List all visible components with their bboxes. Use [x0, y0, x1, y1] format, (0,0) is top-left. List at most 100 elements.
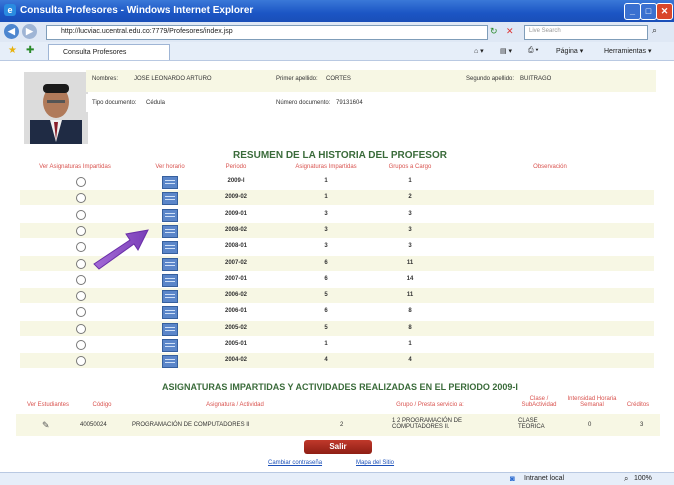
- history-row: 2006-01 6 8: [20, 304, 654, 320]
- header-intensidad: Intensidad Horaria Semanal: [567, 396, 617, 408]
- asignaturas-cell: 4: [324, 357, 328, 364]
- history-row: 2006-02 5 11: [20, 288, 654, 304]
- profile-row-2: Tipo documento: Cédula Número documento:…: [86, 94, 656, 112]
- calendar-icon[interactable]: [162, 322, 178, 336]
- search-input[interactable]: Live Search: [524, 25, 648, 40]
- calendar-icon[interactable]: [162, 257, 178, 271]
- header-grupos-a-cargo: Grupos a Cargo: [388, 164, 432, 170]
- subject-row: ✎ 40050024 PROGRAMACIÓN DE COMPUTADORES …: [16, 414, 660, 436]
- profile-row-1: Nombres: JOSE LEONARDO ARTURO Primer ape…: [86, 70, 656, 92]
- ver-asignaturas-radio[interactable]: [76, 356, 86, 367]
- calendar-icon[interactable]: [162, 306, 178, 320]
- history-row: 2009-01 3 3: [20, 207, 654, 222]
- header-grupo: Grupo / Presta servicio a:: [396, 402, 464, 408]
- segundo-apellido-value: BUITRAGO: [520, 76, 552, 82]
- grupos-cell: 14: [406, 275, 414, 282]
- grupos-cell: 3: [408, 243, 412, 250]
- calendar-icon[interactable]: [162, 273, 178, 287]
- header-clase: Clase / SubActividad: [521, 396, 557, 408]
- asignaturas-cell: 3: [324, 243, 328, 250]
- periodo-cell: 2005-01: [224, 341, 248, 347]
- nombres-value: JOSE LEONARDO ARTURO: [134, 76, 212, 82]
- stop-icon[interactable]: ✕: [506, 26, 514, 37]
- cambiar-contrasena-link[interactable]: Cambiar contraseña: [268, 460, 322, 466]
- ver-asignaturas-radio[interactable]: [76, 291, 86, 302]
- asignaturas-cell: 3: [324, 210, 328, 217]
- periodo-cell: 2008-01: [224, 243, 248, 250]
- add-favorites-icon[interactable]: ✚: [26, 45, 34, 56]
- status-bar: ◙ Intranet local ⌕ 100%: [0, 472, 674, 485]
- back-button[interactable]: ◀: [4, 24, 19, 39]
- periodo-cell: 2009-I: [227, 178, 245, 184]
- asignaturas-cell: 1: [324, 341, 328, 347]
- ver-asignaturas-radio[interactable]: [76, 307, 86, 318]
- home-icon[interactable]: ⌂ ▾: [474, 47, 484, 55]
- forward-button[interactable]: ▶: [22, 24, 37, 39]
- status-zoom[interactable]: 100%: [634, 475, 652, 482]
- favorites-star-icon[interactable]: ★: [8, 45, 17, 56]
- salir-button[interactable]: Salir: [304, 440, 372, 454]
- calendar-icon[interactable]: [162, 241, 178, 255]
- asignaturas-cell: 3: [324, 226, 328, 233]
- grupos-cell: 11: [406, 259, 414, 266]
- grupos-cell: 3: [408, 226, 412, 233]
- calendar-icon[interactable]: [162, 355, 178, 369]
- ver-asignaturas-radio[interactable]: [76, 274, 86, 285]
- mapa-del-sitio-link[interactable]: Mapa del Sitio: [356, 460, 394, 466]
- ver-asignaturas-radio[interactable]: [76, 177, 86, 187]
- history-row: 2005-01 1 1: [20, 337, 654, 352]
- url-text: http://lucviac.ucentral.edu.co:7779/Prof…: [61, 28, 233, 35]
- periodo-cell: 2004-02: [224, 357, 248, 364]
- segundo-apellido-label: Segundo apellido:: [466, 76, 515, 82]
- header-asignatura: Asignatura / Actividad: [206, 402, 264, 408]
- header-ver-asignaturas: Ver Asignaturas Impartidas: [39, 164, 111, 170]
- calendar-icon[interactable]: [162, 339, 178, 352]
- asignaturas-cell: 1: [324, 194, 328, 201]
- ver-asignaturas-radio[interactable]: [76, 242, 86, 253]
- grupos-cell: 8: [408, 308, 412, 315]
- tab-consulta-profesores[interactable]: Consulta Profesores: [48, 44, 170, 60]
- periodo-cell: 2007-01: [224, 275, 248, 282]
- refresh-icon[interactable]: ↻: [490, 26, 498, 37]
- ver-asignaturas-radio[interactable]: [76, 209, 86, 220]
- subject-clase: CLASE TEORICA: [518, 418, 545, 430]
- ie-icon: e: [4, 4, 16, 16]
- page-menu[interactable]: Página ▾: [556, 47, 583, 55]
- calendar-icon[interactable]: [162, 290, 178, 304]
- subject-grupo: 1 2 PROGRAMACIÓN DE COMPUTADORES II.: [392, 418, 463, 430]
- calendar-icon[interactable]: [162, 176, 178, 189]
- history-title: RESUMEN DE LA HISTORIA DEL PROFESOR: [233, 150, 447, 161]
- grupos-cell: 11: [406, 292, 414, 299]
- asignaturas-cell: 6: [324, 308, 328, 315]
- subject-intensidad: 0: [588, 422, 592, 428]
- arrow-annotation-icon: [93, 229, 149, 270]
- calendar-icon[interactable]: [162, 192, 178, 206]
- zoom-icon[interactable]: ⌕: [624, 474, 628, 484]
- calendar-icon[interactable]: [162, 208, 178, 222]
- search-placeholder: Live Search: [529, 28, 561, 34]
- url-input[interactable]: http://lucviac.ucentral.edu.co:7779/Prof…: [46, 25, 488, 40]
- print-icon[interactable]: ⎙ ▾: [528, 47, 539, 55]
- feeds-icon[interactable]: ▤ ▾: [500, 47, 512, 55]
- ver-estudiantes-pencil-icon[interactable]: ✎: [42, 420, 50, 431]
- numero-documento-value: 79131604: [336, 100, 363, 106]
- search-icon[interactable]: ⌕: [652, 25, 657, 36]
- maximize-button[interactable]: □: [640, 3, 657, 20]
- calendar-icon[interactable]: [162, 224, 178, 238]
- minimize-button[interactable]: _: [624, 3, 641, 20]
- ver-asignaturas-radio[interactable]: [76, 258, 86, 269]
- ver-asignaturas-radio[interactable]: [76, 193, 86, 204]
- title-bar: e Consulta Profesores - Windows Internet…: [0, 0, 674, 22]
- periodo-cell: 2009-02: [224, 194, 248, 201]
- asignaturas-cell: 5: [324, 324, 328, 331]
- ver-asignaturas-radio[interactable]: [76, 225, 86, 236]
- ver-asignaturas-radio[interactable]: [76, 323, 86, 334]
- subjects-title: ASIGNATURAS IMPARTIDAS Y ACTIVIDADES REA…: [162, 382, 518, 392]
- periodo-cell: 2007-02: [224, 259, 248, 266]
- subject-asignatura: PROGRAMACIÓN DE COMPUTADORES II: [132, 422, 250, 428]
- ver-asignaturas-radio[interactable]: [76, 340, 86, 350]
- tab-label: Consulta Profesores: [63, 49, 127, 56]
- tools-menu[interactable]: Herramientas ▾: [604, 47, 651, 55]
- close-button[interactable]: ✕: [656, 3, 673, 20]
- periodo-cell: 2006-02: [224, 292, 248, 299]
